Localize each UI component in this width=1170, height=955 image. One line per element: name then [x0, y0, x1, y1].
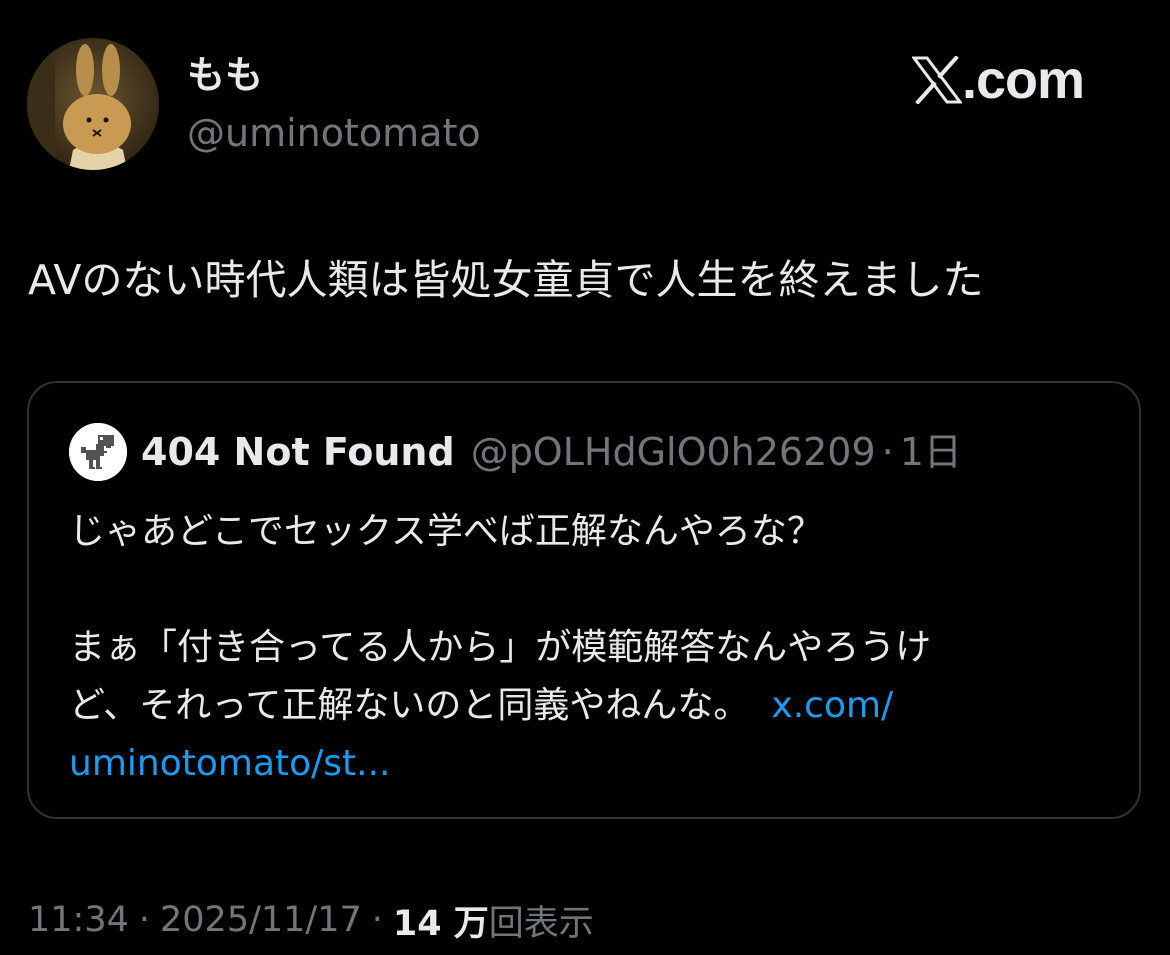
tweet-date[interactable]: 2025/11/17 — [160, 900, 362, 940]
quote-text-line: ど、それって正解ないのと同義やねんな。 x.com/ — [69, 677, 1109, 735]
quote-link[interactable]: x.com/ — [771, 685, 893, 726]
author-avatar[interactable] — [27, 38, 159, 170]
x-logo-icon — [912, 56, 962, 104]
quote-separator: · — [881, 430, 894, 474]
quote-text-line: uminotomato/st... — [69, 735, 1109, 793]
tweet-time[interactable]: 11:34 — [28, 900, 129, 940]
quote-tweet-card[interactable]: 404 Not Found @pOLHdGlO0h26209 · 1日 じゃあど… — [27, 381, 1141, 819]
meta-separator: · — [138, 900, 151, 940]
quote-text: じゃあどこでセックス学べば正解なんやろな？ まぁ「付き合ってる人から」が模範解答… — [69, 503, 1109, 793]
bunny-avatar-icon — [27, 38, 159, 170]
quote-text-line: じゃあどこでセックス学べば正解なんやろな？ — [69, 511, 823, 552]
quote-text-line: まぁ「付き合ってる人から」が模範解答なんやろうけ — [69, 627, 932, 668]
tweet-meta: 11:34 · 2025/11/17 · 14 万 回表示 — [28, 894, 594, 946]
views-label: 回表示 — [488, 903, 594, 944]
quote-author-display-name[interactable]: 404 Not Found — [141, 428, 455, 476]
quote-author-avatar[interactable] — [69, 423, 127, 481]
quote-text-segment: ど、それって正解ないのと同義やねんな。 — [69, 685, 750, 726]
brand-domain-text: .com — [962, 50, 1085, 110]
quote-timestamp[interactable]: 1日 — [900, 428, 962, 476]
tweet-text: AVのない時代人類は皆処女童貞で人生を終えました — [28, 256, 984, 304]
author-display-name[interactable]: もも — [187, 50, 263, 100]
quote-link-continued[interactable]: uminotomato/st... — [69, 743, 390, 784]
views-count: 14 万 — [392, 903, 489, 944]
meta-separator: · — [371, 900, 383, 940]
dinosaur-avatar-icon — [69, 423, 127, 481]
x-com-brand: .com — [912, 50, 1085, 110]
quote-header: 404 Not Found @pOLHdGlO0h26209 · 1日 — [141, 428, 962, 476]
author-handle[interactable]: @uminotomato — [187, 108, 481, 158]
quote-author-handle[interactable]: @pOLHdGlO0h26209 — [471, 428, 876, 476]
quote-paragraph-gap — [69, 561, 1109, 619]
